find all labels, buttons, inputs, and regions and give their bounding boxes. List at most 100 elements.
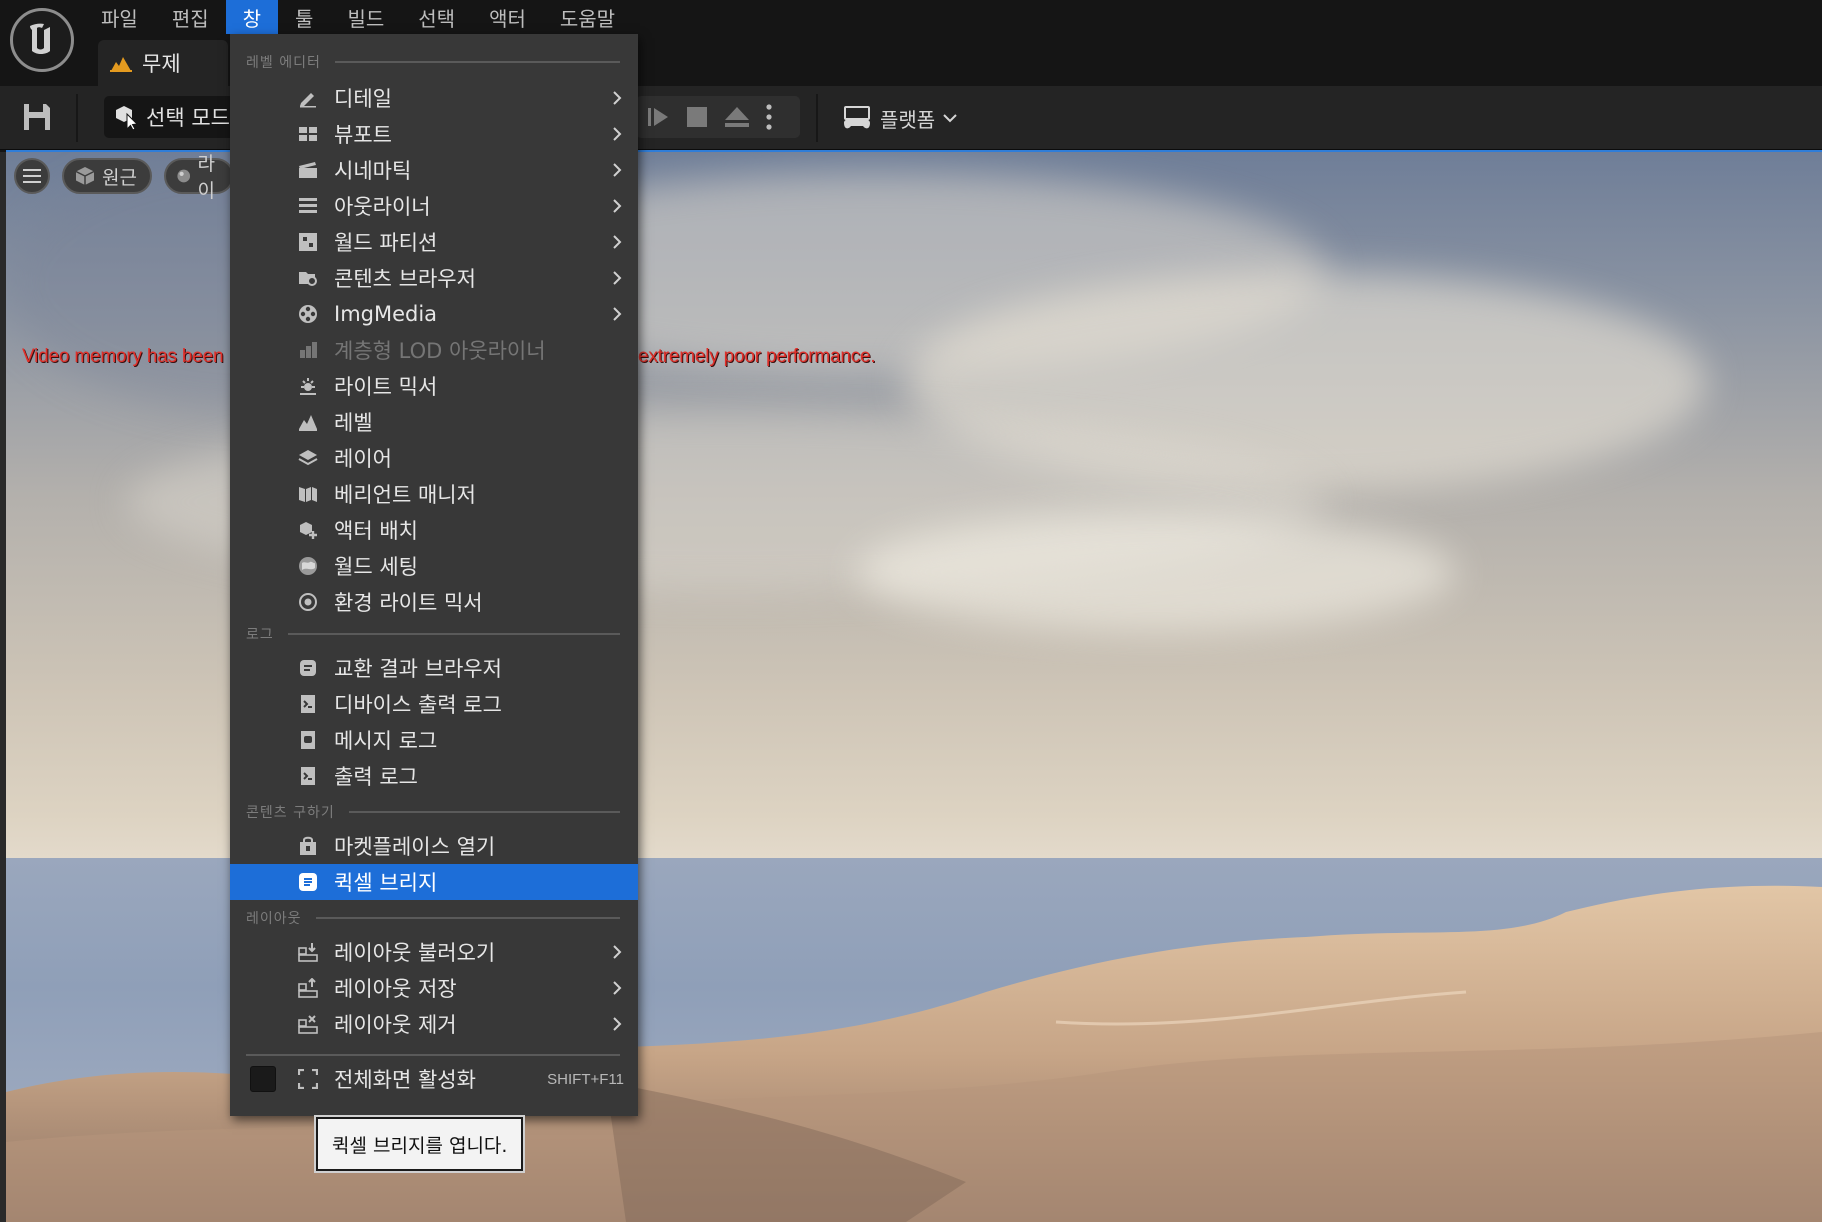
menu-tools[interactable]: 툴 [278, 0, 330, 34]
place-actor-icon [298, 520, 318, 540]
menu-actor[interactable]: 액터 [472, 0, 543, 34]
layers-icon [298, 448, 318, 468]
menu-item-imgmedia[interactable]: ImgMedia [230, 296, 638, 332]
eject-icon[interactable] [724, 106, 750, 128]
menu-item-output-log-label: 출력 로그 [334, 765, 418, 789]
viewport-options-button[interactable] [14, 158, 50, 194]
menu-item-layers[interactable]: 레이어 [230, 440, 638, 476]
env-light-icon [298, 592, 318, 612]
chevron-right-icon [613, 199, 622, 213]
menu-item-world-partition-label: 월드 파티션 [334, 231, 438, 255]
viewport-icon [298, 124, 318, 144]
menu-item-save-layout[interactable]: 레이아웃 저장 [230, 970, 638, 1006]
lit-mode-button[interactable]: 라이 [164, 153, 234, 202]
menu-item-device-output-log[interactable]: 디바이스 출력 로그 [230, 686, 638, 722]
menu-item-details-label: 디테일 [334, 87, 392, 111]
menu-item-variant-manager[interactable]: 베리언트 매니저 [230, 476, 638, 512]
menu-item-viewports[interactable]: 뷰포트 [230, 116, 638, 152]
layout-load-icon [298, 942, 318, 962]
chevron-right-icon [613, 1017, 622, 1031]
menu-item-env-light-mixer[interactable]: 환경 라이트 믹서 [230, 584, 638, 620]
menu-item-levels[interactable]: 레벨 [230, 404, 638, 440]
menu-item-quixel-bridge[interactable]: 퀵셀 브리지 [230, 864, 638, 900]
menu-item-light-mixer[interactable]: 라이트 믹서 [230, 368, 638, 404]
toolbar-separator [76, 94, 78, 142]
level-icon [110, 57, 132, 72]
section-level-editor: 레벨 에디터 [246, 52, 620, 72]
fullscreen-checkbox[interactable] [250, 1066, 276, 1092]
perspective-label: 원근 [102, 166, 137, 189]
section-layout-label: 레이아웃 [246, 911, 302, 927]
stop-icon[interactable] [686, 106, 708, 128]
chevron-right-icon [613, 945, 622, 959]
menu-item-outliner-label: 아웃라이너 [334, 195, 431, 219]
menu-item-place-actors[interactable]: 액터 배치 [230, 512, 638, 548]
menu-item-levels-label: 레벨 [334, 411, 373, 435]
sphere-icon [177, 169, 191, 183]
fullscreen-icon [298, 1069, 318, 1089]
menu-item-imgmedia-label: ImgMedia [334, 302, 438, 326]
play-controls [636, 96, 800, 138]
menu-item-interchange-browser[interactable]: 교환 결과 브라우저 [230, 650, 638, 686]
section-level-editor-label: 레벨 에디터 [246, 55, 321, 71]
level-tab[interactable]: 무제 [98, 40, 228, 86]
save-icon[interactable] [22, 102, 52, 132]
menu-item-remove-layout[interactable]: 레이아웃 제거 [230, 1006, 638, 1042]
chevron-right-icon [613, 91, 622, 105]
viewport-edge [0, 152, 6, 1222]
menu-item-output-log[interactable]: 출력 로그 [230, 758, 638, 794]
menu-edit[interactable]: 편집 [155, 0, 226, 34]
gamepad-icon [844, 106, 870, 129]
perspective-button[interactable]: 원근 [62, 158, 152, 194]
menu-item-outliner[interactable]: 아웃라이너 [230, 188, 638, 224]
chevron-down-icon [943, 114, 957, 123]
menu-item-content-browser[interactable]: 콘텐츠 브라우저 [230, 260, 638, 296]
quixel-bridge-tooltip: 퀵셀 브리지를 엽니다. [313, 1115, 526, 1173]
menu-item-world-partition[interactable]: 월드 파티션 [230, 224, 638, 260]
chevron-right-icon [613, 981, 622, 995]
menu-item-device-output-log-label: 디바이스 출력 로그 [334, 693, 502, 717]
world-partition-icon [298, 232, 318, 252]
menu-item-interchange-browser-label: 교환 결과 브라우저 [334, 657, 502, 681]
more-options-icon[interactable] [766, 104, 772, 130]
menu-window[interactable]: 창 [225, 0, 279, 34]
menu-item-layers-label: 레이어 [334, 447, 392, 471]
menu-item-content-browser-label: 콘텐츠 브라우저 [334, 267, 476, 291]
menu-help[interactable]: 도움말 [543, 0, 632, 34]
menu-file[interactable]: 파일 [84, 0, 155, 34]
menu-item-message-log-label: 메시지 로그 [334, 729, 438, 753]
clapper-icon [298, 160, 318, 180]
menu-item-load-layout[interactable]: 레이아웃 불러오기 [230, 934, 638, 970]
video-memory-warning-left: Video memory has been [22, 346, 224, 367]
menu-item-world-settings-label: 월드 세팅 [334, 555, 418, 579]
menu-build[interactable]: 빌드 [330, 0, 401, 34]
menu-item-light-mixer-label: 라이트 믹서 [334, 375, 438, 399]
content-browser-icon [298, 268, 318, 288]
video-memory-warning-right: extremely poor performance. [638, 346, 876, 367]
menu-item-cinematics[interactable]: 시네마틱 [230, 152, 638, 188]
hlod-icon [298, 340, 318, 360]
select-mode-button[interactable]: 선택 모드 [104, 96, 244, 138]
select-mode-label: 선택 모드 [146, 106, 230, 130]
unreal-logo-icon[interactable] [10, 8, 74, 72]
variant-manager-icon [298, 484, 318, 504]
menu-item-world-settings[interactable]: 월드 세팅 [230, 548, 638, 584]
film-reel-icon [298, 304, 318, 324]
levels-icon [298, 412, 318, 432]
level-tab-label: 무제 [142, 52, 181, 76]
section-log: 로그 [246, 624, 620, 644]
menu-item-fullscreen[interactable]: 전체화면 활성화 SHIFT+F11 [230, 1060, 638, 1098]
world-settings-icon [298, 556, 318, 576]
menu-item-details[interactable]: 디테일 [230, 80, 638, 116]
platform-button[interactable]: 플랫폼 [842, 98, 957, 138]
menu-item-message-log[interactable]: 메시지 로그 [230, 722, 638, 758]
menu-item-viewports-label: 뷰포트 [334, 123, 392, 147]
chevron-right-icon [613, 127, 622, 141]
menu-select[interactable]: 선택 [401, 0, 472, 34]
menu-bar: 파일 편집 창 툴 빌드 선택 액터 도움말 [84, 0, 632, 34]
chevron-right-icon [613, 235, 622, 249]
lit-mode-label: 라이 [197, 153, 215, 202]
details-icon [298, 88, 318, 108]
skip-frame-icon[interactable] [646, 105, 670, 129]
menu-item-open-marketplace[interactable]: 마켓플레이스 열기 [230, 828, 638, 864]
